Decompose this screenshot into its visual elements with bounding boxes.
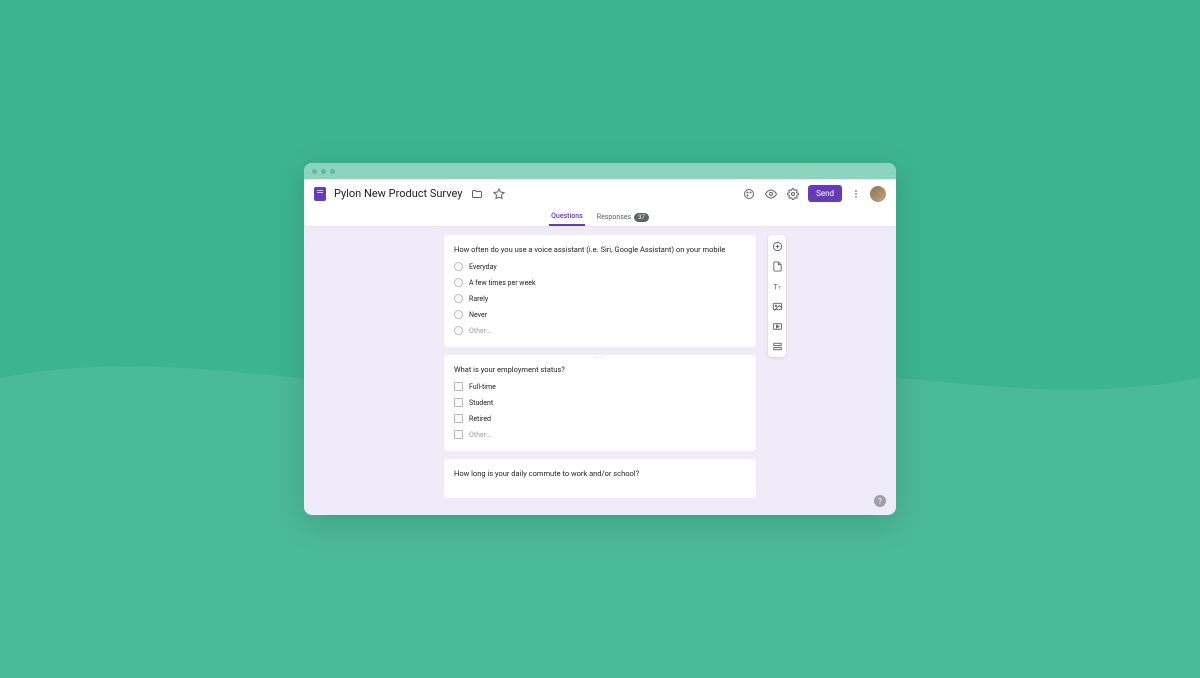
preview-icon[interactable] [764,187,778,201]
tabs: Questions Responses 37 [314,208,886,226]
document-title[interactable]: Pylon New Product Survey [334,187,462,200]
option-row[interactable]: Full-time [454,382,746,391]
radio-icon [454,326,463,335]
question-title: How long is your daily commute to work a… [454,469,746,478]
side-toolbar: TT [768,235,786,357]
option-label: Never [469,311,487,319]
chrome-dot [321,169,326,174]
option-row[interactable]: Rarely [454,294,746,303]
option-row[interactable]: Student [454,398,746,407]
drag-handle-icon[interactable] [594,357,606,361]
checkbox-icon [454,398,463,407]
checkbox-icon [454,430,463,439]
user-avatar[interactable] [870,186,886,202]
forms-doc-icon [314,187,326,201]
option-label: Retired [469,415,491,423]
radio-icon [454,310,463,319]
add-title-icon[interactable]: TT [770,279,784,293]
option-row[interactable]: Retired [454,414,746,423]
folder-icon[interactable] [470,187,484,201]
svg-text:T: T [777,285,780,291]
question-card[interactable]: How long is your daily commute to work a… [444,459,756,498]
option-label: Student [469,399,493,407]
option-label: Other... [469,431,491,439]
help-label: ? [878,497,882,506]
option-row[interactable]: Other... [454,430,746,439]
option-label: A few times per week [469,279,536,287]
question-card[interactable]: What is your employment status? Full-tim… [444,355,756,451]
tab-label: Questions [551,212,583,220]
checkbox-icon [454,382,463,391]
palette-icon[interactable] [742,187,756,201]
responses-count-badge: 37 [634,213,649,222]
radio-icon [454,294,463,303]
content-area: How often do you use a voice assistant (… [304,227,896,515]
add-question-icon[interactable] [770,239,784,253]
app-window: Pylon New Product Survey Send [304,163,896,515]
settings-icon[interactable] [786,187,800,201]
option-row[interactable]: A few times per week [454,278,746,287]
star-icon[interactable] [492,187,506,201]
question-title: What is your employment status? [454,365,746,374]
window-chrome [304,163,896,179]
option-label: Full-time [469,383,496,391]
tab-label: Responses [597,213,631,221]
radio-icon [454,262,463,271]
add-section-icon[interactable] [770,339,784,353]
chrome-dot [330,169,335,174]
chrome-dot [312,169,317,174]
import-questions-icon[interactable] [770,259,784,273]
option-row[interactable]: Everyday [454,262,746,271]
tab-responses[interactable]: Responses 37 [595,208,651,226]
checkbox-icon [454,414,463,423]
radio-icon [454,278,463,287]
option-row[interactable]: Other... [454,326,746,335]
form-column: How often do you use a voice assistant (… [444,235,756,515]
question-card[interactable]: How often do you use a voice assistant (… [444,235,756,347]
question-title: How often do you use a voice assistant (… [454,245,746,254]
option-label: Everyday [469,263,497,271]
app-header: Pylon New Product Survey Send [304,179,896,227]
more-menu-icon[interactable] [850,187,862,201]
add-image-icon[interactable] [770,299,784,313]
add-video-icon[interactable] [770,319,784,333]
option-label: Other... [469,327,491,335]
send-button[interactable]: Send [808,185,842,202]
tab-questions[interactable]: Questions [549,208,585,226]
option-label: Rarely [469,295,488,303]
option-row[interactable]: Never [454,310,746,319]
help-button[interactable]: ? [874,495,886,507]
